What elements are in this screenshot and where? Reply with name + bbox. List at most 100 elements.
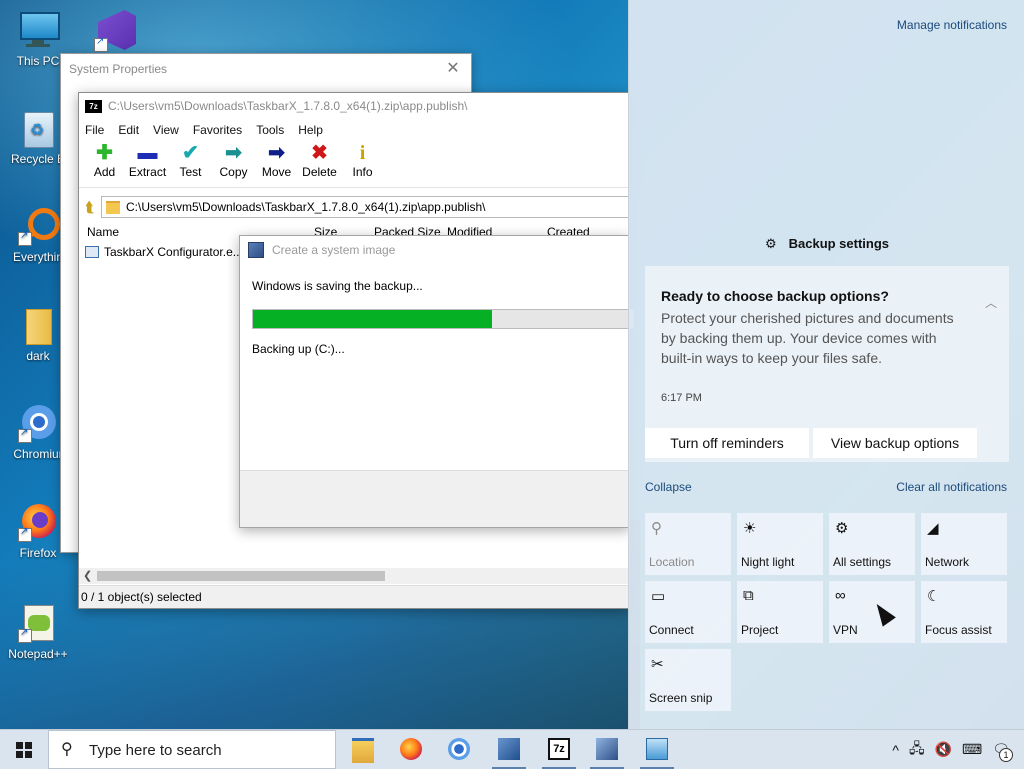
taskbar-7zip[interactable]: 7z [536,730,582,769]
menu-bar: File Edit View Favorites Tools Help [79,119,629,141]
control-panel-icon [646,738,668,760]
chevron-up-icon[interactable]: ^ [892,742,899,758]
start-button[interactable] [0,730,48,769]
dialog-footer [240,470,629,527]
scrollbar-thumb[interactable] [97,571,385,581]
taskbar-search-box[interactable]: ⚲ Type here to search [48,730,336,769]
sevenzip-logo-icon: 7z [85,99,102,113]
quick-action-night-light[interactable]: ☀ Night light [737,513,823,575]
status-bar: 0 / 1 object(s) selected [79,585,629,608]
system-properties-icon [596,738,618,760]
volume-muted-icon[interactable]: 🔇 [935,741,952,758]
quick-action-location[interactable]: ⚲ Location [645,513,731,575]
chromium-icon [18,403,58,443]
notepadpp-icon [18,603,58,643]
taskbar: ⚲ Type here to search 7z ^ 🖧 🔇 ⌨ 🗨1 [0,729,1024,769]
copy-icon: ➡ [225,142,242,164]
file-row[interactable]: TaskbarX Configurator.e... [85,245,243,259]
collapse-link[interactable]: Collapse [645,480,692,494]
firefox-icon [400,738,422,760]
everything-icon [18,206,60,246]
up-folder-icon[interactable]: ⮬ [79,199,101,216]
screen-snip-icon: ✂ [651,656,664,673]
network-status-icon[interactable]: 🖧 [909,738,925,762]
quick-action-project[interactable]: ⧉ Project [737,581,823,643]
window-title: C:\Users\vm5\Downloads\TaskbarX_1.7.8.0_… [108,99,468,113]
settings-gear-icon: ⚙ [835,520,849,537]
vpn-icon: ∞ [835,587,846,604]
info-button[interactable]: i Info [341,141,384,187]
folder-icon [106,200,120,214]
dialog-title: Create a system image [272,243,396,257]
create-system-image-dialog[interactable]: Create a system image Windows is saving … [239,235,634,528]
backup-progress-bar [252,309,634,329]
desktop-icon-notepadpp[interactable]: Notepad++ [2,603,74,661]
scroll-left-icon[interactable]: ❮ [83,568,92,584]
notification-time: 6:17 PM [661,392,702,404]
backup-app-icon [498,738,520,760]
folder-icon [18,305,58,345]
sevenzip-icon: 7z [548,738,570,760]
test-button[interactable]: ✔ Test [169,141,212,187]
menu-help[interactable]: Help [298,123,323,137]
backup-message: Windows is saving the backup... [252,279,423,293]
copy-button[interactable]: ➡ Copy [212,141,255,187]
connect-icon: ▭ [651,588,666,605]
action-center-icon[interactable]: 🗨1 [992,741,1013,762]
taskbar-file-explorer[interactable] [340,730,386,769]
quick-action-screen-snip[interactable]: ✂ Screen snip [645,649,731,711]
extract-button[interactable]: ▬ Extract [126,141,169,187]
system-tray: ^ 🖧 🔇 ⌨ 🗨1 [887,730,1024,769]
file-name: TaskbarX Configurator.e... [104,245,243,259]
menu-file[interactable]: File [85,123,104,137]
taskbar-backup-app[interactable] [486,730,532,769]
chevron-up-icon[interactable]: ︿ [985,294,997,311]
manage-notifications-link[interactable]: Manage notifications [897,18,1007,32]
window-title: System Properties [69,62,168,76]
this-pc-icon [18,10,60,50]
menu-favorites[interactable]: Favorites [193,123,242,137]
group-title: Backup settings [788,236,890,251]
backup-notification[interactable]: Ready to choose backup options? ︿ Protec… [645,266,1009,462]
quick-action-network[interactable]: ◢ Network [921,513,1007,575]
backup-icon [248,242,264,258]
menu-edit[interactable]: Edit [118,123,139,137]
keyboard-icon[interactable]: ⌨ [962,741,982,758]
move-icon: ➡ [268,142,285,164]
taskbar-system-properties[interactable] [584,730,630,769]
taskbar-chromium[interactable] [436,730,482,769]
add-button[interactable]: ✚ Add [83,141,126,187]
project-icon: ⧉ [743,587,754,604]
horizontal-scrollbar[interactable]: ❮ [79,568,629,584]
test-icon: ✔ [182,142,199,164]
address-text: C:\Users\vm5\Downloads\TaskbarX_1.7.8.0_… [126,200,486,214]
quick-action-focus-assist[interactable]: ☾ Focus assist [921,581,1007,643]
delete-button[interactable]: ✖ Delete [298,141,341,187]
clear-all-notifications-link[interactable]: Clear all notifications [896,480,1007,494]
menu-tools[interactable]: Tools [256,123,284,137]
taskbar-control-panel[interactable] [634,730,680,769]
gear-icon: ⚙ [764,236,777,251]
focus-assist-icon: ☾ [927,588,941,605]
address-input[interactable]: C:\Users\vm5\Downloads\TaskbarX_1.7.8.0_… [101,196,629,218]
taskbar-firefox[interactable] [388,730,434,769]
toolbar: ✚ Add ▬ Extract ✔ Test ➡ Copy ➡ Move ✖ Delete … [79,141,629,188]
search-icon: ⚲ [61,741,73,758]
close-button[interactable]: ✕ [441,58,465,80]
exe-file-icon [85,246,99,258]
chromium-icon [448,738,470,760]
move-button[interactable]: ➡ Move [255,141,298,187]
visual-studio-icon[interactable] [94,8,140,52]
quick-action-all-settings[interactable]: ⚙ All settings [829,513,915,575]
turn-off-reminders-button[interactable]: Turn off reminders [645,428,809,458]
address-bar-row: ⮬ C:\Users\vm5\Downloads\TaskbarX_1.7.8.… [79,195,629,219]
view-backup-options-button[interactable]: View backup options [813,428,977,458]
menu-view[interactable]: View [153,123,179,137]
notification-group-header: ⚙ Backup settings [629,236,1024,252]
quick-action-connect[interactable]: ▭ Connect [645,581,731,643]
dialog-titlebar: Create a system image [240,236,629,264]
notification-count-badge: 1 [999,748,1013,762]
backup-status: Backing up (C:)... [252,342,345,356]
column-header-name[interactable]: Name [87,225,119,239]
add-icon: ✚ [96,142,113,164]
